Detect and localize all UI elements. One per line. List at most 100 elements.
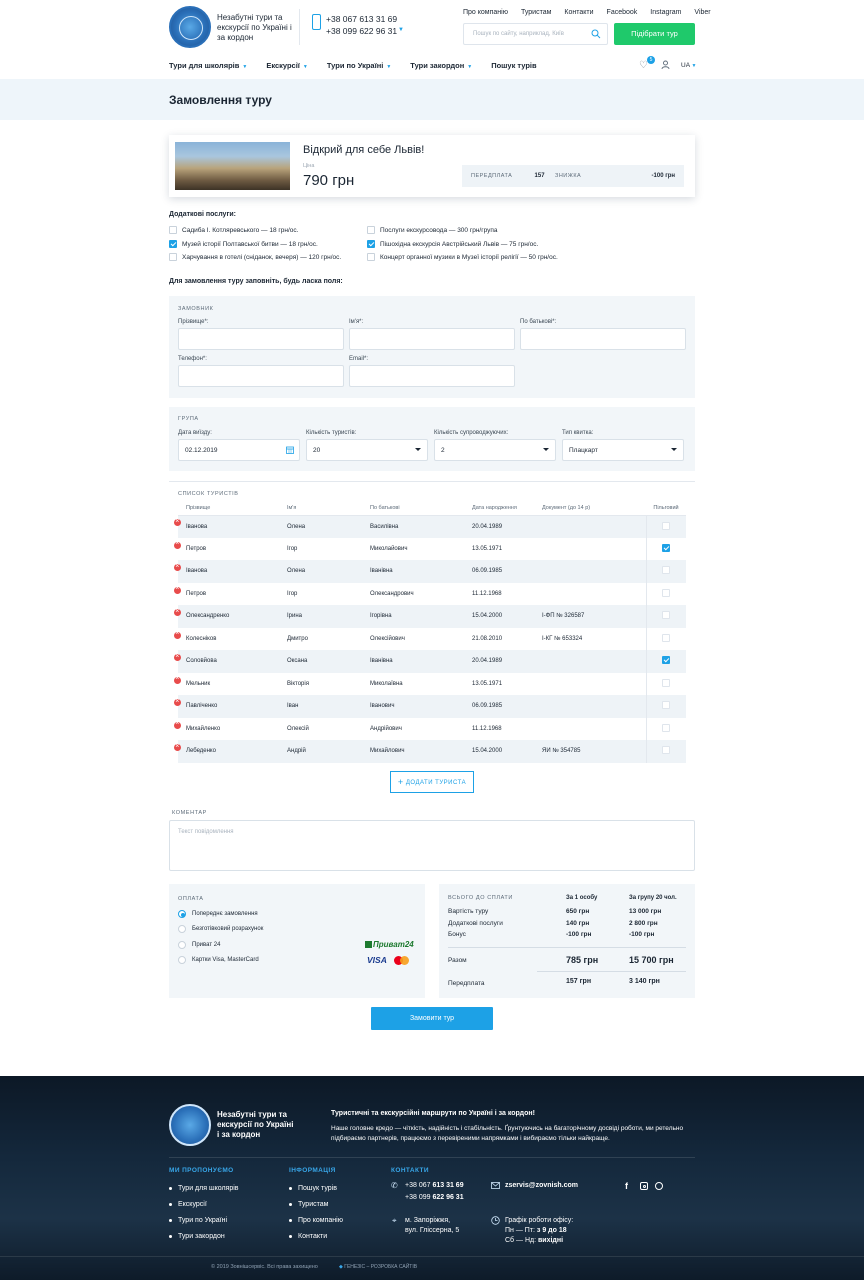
benefit-checkbox[interactable] xyxy=(662,633,671,642)
nav-item-search[interactable]: Пошук турів xyxy=(491,61,536,70)
payment-option[interactable]: Попереднє замовлення xyxy=(178,910,258,918)
footer-link[interactable]: Про компанію xyxy=(289,1217,343,1224)
info-title: ІНФОРМАЦІЯ xyxy=(289,1167,336,1174)
benefit-checkbox[interactable] xyxy=(662,701,671,710)
nav-item-abroad[interactable]: Тури закордон ▼ xyxy=(410,61,472,70)
search-input[interactable]: Пошук по сайту, наприклад, Київ xyxy=(463,23,608,45)
payment-option[interactable]: Картки Visa, MasterCard xyxy=(178,956,259,964)
remove-icon[interactable] xyxy=(174,585,181,594)
footer-link[interactable]: Пошук турів xyxy=(289,1185,337,1192)
cell-doc xyxy=(534,672,646,695)
remove-icon[interactable] xyxy=(174,540,181,549)
footer-phone-1[interactable]: +38 067 613 31 69 xyxy=(405,1182,464,1189)
benefit-checkbox[interactable] xyxy=(662,566,671,575)
footer-logo[interactable] xyxy=(169,1104,211,1146)
remove-icon[interactable] xyxy=(174,698,181,706)
remove-icon[interactable] xyxy=(174,675,181,684)
radio[interactable] xyxy=(178,941,186,949)
search-icon[interactable] xyxy=(591,29,601,39)
service-item[interactable]: Садиба І. Котляревського — 18 грн/ос. xyxy=(169,226,298,234)
benefit-checkbox[interactable] xyxy=(662,678,671,687)
header-phone-1[interactable]: +38 067 613 31 69 xyxy=(326,14,397,24)
top-link-contacts[interactable]: Контакти xyxy=(564,9,593,16)
email-field[interactable] xyxy=(349,365,515,387)
footer-email[interactable]: zservis@zovnish.com xyxy=(505,1182,578,1189)
header-divider xyxy=(299,9,300,45)
benefit-checkbox[interactable] xyxy=(662,746,671,755)
instagram-icon[interactable] xyxy=(640,1182,648,1190)
benefit-checkbox[interactable] xyxy=(662,588,671,597)
pick-tour-button[interactable]: Підібрати тур xyxy=(614,23,695,45)
chevron-down-icon[interactable]: ▼ xyxy=(398,27,404,33)
payment-option[interactable]: Безготівковий розрахунок xyxy=(178,925,263,933)
remove-icon[interactable] xyxy=(174,653,181,661)
nav-item-excursions[interactable]: Екскурсії ▼ xyxy=(266,61,308,70)
escorts-count-select[interactable]: 2 xyxy=(434,439,556,461)
site-logo[interactable] xyxy=(169,6,211,48)
footer-phone-2[interactable]: +38 099 622 96 31 xyxy=(405,1194,464,1201)
order-tour-button[interactable]: Замовити тур xyxy=(371,1007,493,1030)
benefit-checkbox[interactable] xyxy=(662,723,671,732)
service-item[interactable]: Музей історії Полтавської битви — 18 грн… xyxy=(169,240,318,248)
footer-link[interactable]: Туристам xyxy=(289,1201,328,1208)
nav-item-ukraine[interactable]: Тури по Україні ▼ xyxy=(327,61,391,70)
remove-icon[interactable] xyxy=(174,743,181,751)
top-link-about[interactable]: Про компанію xyxy=(463,9,508,16)
phone-field[interactable] xyxy=(178,365,344,387)
service-item[interactable]: Харчування в готелі (сніданок, вечеря) —… xyxy=(169,253,341,261)
service-item[interactable]: Пішохідна екскурсія Австрійський Львів —… xyxy=(367,240,538,248)
checkbox[interactable] xyxy=(367,253,375,261)
date-field[interactable]: 02.12.2019 xyxy=(178,439,300,461)
checkbox-checked[interactable] xyxy=(367,240,375,248)
remove-icon[interactable] xyxy=(174,630,181,639)
header-phone-2[interactable]: +38 099 622 96 31 xyxy=(326,26,397,36)
name-field[interactable] xyxy=(349,328,515,350)
patronymic-field[interactable] xyxy=(520,328,686,350)
checkbox-checked[interactable] xyxy=(169,240,177,248)
tourists-count-select[interactable]: 20 xyxy=(306,439,428,461)
developer-link[interactable]: ◆ ГЕНЕЗІС – РОЗРОБКА САЙТІВ xyxy=(339,1264,417,1270)
ticket-type-select[interactable]: Плацкарт xyxy=(562,439,684,461)
service-item[interactable]: Послуги екскурсовода — 300 грн/група xyxy=(367,226,498,234)
benefit-checkbox[interactable] xyxy=(662,521,671,530)
checkbox[interactable] xyxy=(169,253,177,261)
footer-link[interactable]: Тури для школярів xyxy=(169,1185,239,1192)
calendar-icon[interactable] xyxy=(286,446,294,454)
footer-link[interactable]: Контакти xyxy=(289,1233,327,1240)
summary-row-person: 140 грн xyxy=(566,919,590,927)
surname-field[interactable] xyxy=(178,328,344,350)
radio[interactable] xyxy=(178,925,186,933)
top-link-tourists[interactable]: Туристам xyxy=(521,9,551,16)
footer-link[interactable]: Тури закордон xyxy=(169,1233,225,1240)
viber-icon[interactable] xyxy=(655,1182,663,1190)
checkbox[interactable] xyxy=(169,226,177,234)
services-title: Додаткові послуги: xyxy=(169,211,237,218)
service-item[interactable]: Концерт органної музики в Музеї історії … xyxy=(367,253,558,261)
cell-benefit xyxy=(645,627,686,650)
comment-textarea[interactable]: Текст повідомлення xyxy=(169,820,695,871)
facebook-icon[interactable]: f xyxy=(625,1181,628,1191)
remove-icon[interactable] xyxy=(174,720,181,729)
nav-item-school[interactable]: Тури для школярів ▼ xyxy=(169,61,247,70)
remove-icon[interactable] xyxy=(174,518,181,526)
language-switcher[interactable]: UA ▼ xyxy=(681,62,696,69)
add-tourist-button[interactable]: + ДОДАТИ ТУРИСТА xyxy=(390,771,474,793)
top-link-instagram[interactable]: Instagram xyxy=(650,9,681,16)
benefit-checkbox-checked[interactable] xyxy=(662,656,671,665)
radio-selected[interactable] xyxy=(178,910,186,918)
footer-link[interactable]: Екскурсії xyxy=(169,1201,207,1208)
summary-col-group: За групу 20 чол. xyxy=(629,895,677,901)
radio[interactable] xyxy=(178,956,186,964)
user-icon[interactable] xyxy=(661,60,670,69)
remove-icon[interactable] xyxy=(174,563,181,571)
payment-option[interactable]: Приват 24 xyxy=(178,941,220,949)
top-link-viber[interactable]: Viber xyxy=(694,9,710,16)
top-link-facebook[interactable]: Facebook xyxy=(607,9,638,16)
remove-icon[interactable] xyxy=(174,608,181,616)
footer-link[interactable]: Тури по Україні xyxy=(169,1217,227,1224)
cell-birth: 06.09.1985 xyxy=(464,695,534,718)
cell-patronymic: Миколайович xyxy=(362,537,464,560)
benefit-checkbox[interactable] xyxy=(662,611,671,620)
benefit-checkbox-checked[interactable] xyxy=(662,543,671,552)
checkbox[interactable] xyxy=(367,226,375,234)
